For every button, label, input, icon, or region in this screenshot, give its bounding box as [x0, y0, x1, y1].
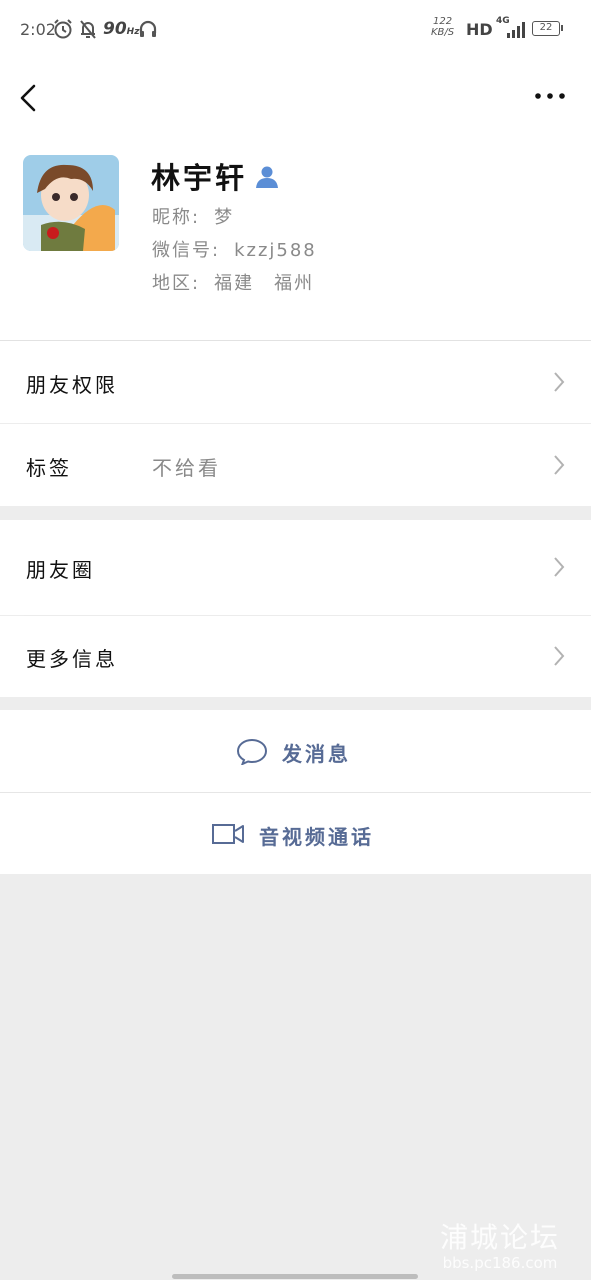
network-speed: 122 KB/S: [431, 16, 454, 38]
nickname-line: 昵称: 梦: [152, 203, 234, 229]
tags-row[interactable]: 标签 不给看: [0, 424, 591, 506]
watermark-url: bbs.pc186.com: [442, 1254, 558, 1272]
more-info-row[interactable]: 更多信息: [0, 616, 591, 697]
nickname-label: 昵称:: [152, 207, 201, 228]
more-info-label: 更多信息: [26, 647, 118, 671]
region-value: 福建 福州: [214, 273, 315, 294]
watermark: 浦城论坛 bbs.pc186.com: [440, 1216, 560, 1272]
refresh-rate: 90Hz: [103, 19, 139, 39]
signal-icon: [507, 22, 525, 38]
chevron-right-icon: [554, 372, 565, 392]
region-label: 地区:: [152, 273, 201, 294]
chevron-right-icon: [554, 557, 565, 577]
video-camera-icon: [212, 824, 244, 844]
headphones-icon: [139, 20, 157, 37]
refresh-rate-value: 90: [103, 19, 127, 39]
chevron-right-icon: [554, 455, 565, 475]
alarm-icon: [54, 19, 72, 39]
region-line: 地区: 福建 福州: [152, 269, 314, 295]
hd-indicator: HD: [466, 20, 493, 39]
watermark-title: 浦城论坛: [440, 1221, 561, 1254]
contact-icon: [256, 166, 278, 188]
avatar[interactable]: [23, 155, 119, 251]
nickname-value: 梦: [214, 207, 235, 228]
wechat-id-value[interactable]: kzzj588: [234, 240, 317, 261]
nav-bar: [0, 60, 591, 140]
profile-name: 林宇轩: [151, 161, 248, 195]
chat-bubble-icon: [236, 738, 268, 765]
network-speed-value: 122: [433, 16, 453, 27]
home-indicator[interactable]: [172, 1274, 418, 1279]
status-bar: 2:02 90Hz 122 KB/S HD 4G 22: [0, 0, 591, 60]
chevron-right-icon: [554, 646, 565, 666]
friend-permissions-row[interactable]: 朋友权限: [0, 341, 591, 423]
voice-video-call-label: 音视频通话: [259, 825, 374, 849]
profile-card: 林宇轩 昵称: 梦 微信号: kzzj588 地区: 福建 福州: [0, 140, 591, 340]
network-speed-unit: KB/S: [431, 27, 455, 38]
battery-icon: 22: [532, 21, 563, 36]
voice-video-call-button[interactable]: 音视频通话: [0, 793, 591, 874]
moments-label: 朋友圈: [26, 558, 95, 582]
tags-value: 不给看: [152, 456, 221, 480]
more-options-icon[interactable]: [530, 86, 570, 106]
send-message-button[interactable]: 发消息: [0, 710, 591, 792]
back-arrow-icon[interactable]: [14, 78, 44, 118]
wechat-id-line: 微信号: kzzj588: [152, 236, 317, 262]
status-time: 2:02: [20, 20, 56, 39]
send-message-label: 发消息: [282, 742, 351, 766]
wechat-id-label: 微信号:: [152, 240, 221, 261]
tags-label: 标签: [26, 456, 72, 480]
bell-muted-icon: [80, 20, 96, 39]
friend-permissions-label: 朋友权限: [26, 373, 118, 397]
moments-row[interactable]: 朋友圈: [0, 520, 591, 615]
